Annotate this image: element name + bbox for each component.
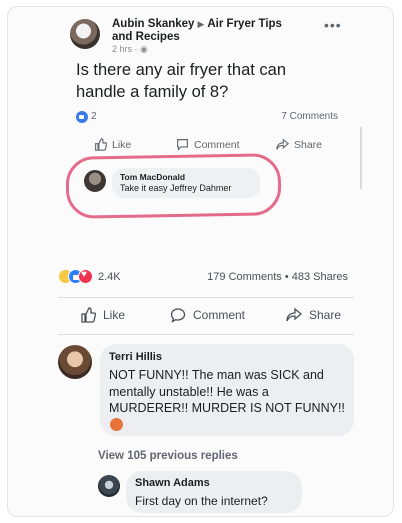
thumbs-up-icon <box>95 138 107 151</box>
top-like-label: Like <box>112 138 132 151</box>
top-reactions-row: 2 7 Comments <box>76 110 338 124</box>
like-label: Like <box>103 308 126 322</box>
bottom-reaction-count[interactable]: 2.4K <box>98 271 121 283</box>
more-dots-icon[interactable]: ••• <box>324 17 342 33</box>
globe-icon: ◉ <box>140 44 148 54</box>
top-like-button[interactable]: Like <box>94 138 131 151</box>
top-comment-label: Comment <box>194 138 240 151</box>
divider <box>58 297 354 298</box>
comment-label: Comment <box>193 308 246 322</box>
share-icon <box>276 138 289 150</box>
top-share-button[interactable]: Share <box>276 138 322 151</box>
terri-avatar[interactable] <box>58 345 92 379</box>
meme-card: Aubin Skankey ▶ Air Fryer Tips and Recipes… <box>7 6 394 517</box>
divider <box>58 334 354 335</box>
terri-comment-text: NOT FUNNY!! The man was SICK and mentall… <box>109 367 347 433</box>
top-comment-button[interactable]: Comment <box>176 138 240 151</box>
comments-shares-count[interactable]: 179 Comments • 483 Shares <box>207 271 348 283</box>
like-reaction-icon <box>76 111 88 123</box>
comment-button[interactable]: Comment <box>170 307 245 323</box>
thumbs-up-icon <box>81 307 96 323</box>
share-label: Share <box>309 308 342 322</box>
top-comment-count[interactable]: 7 Comments <box>281 111 338 122</box>
post-meta: 2 hrs · ◉ <box>112 44 148 55</box>
post-time[interactable]: 2 hrs <box>112 44 132 54</box>
love-reaction-icon <box>78 269 93 284</box>
shawn-avatar[interactable] <box>98 475 120 497</box>
author-name[interactable]: Aubin Skankey <box>112 18 194 30</box>
share-icon <box>286 307 302 322</box>
view-previous-replies-link[interactable]: View 105 previous replies <box>98 450 238 462</box>
bottom-actions-bar: Like Comment Share <box>58 307 354 327</box>
top-share-label: Share <box>294 138 323 151</box>
scroll-edge-line <box>360 127 362 189</box>
like-button[interactable]: Like <box>80 307 125 323</box>
caret-right-icon: ▶ <box>197 19 205 29</box>
terri-comment-body: NOT FUNNY!! The man was SICK and mentall… <box>109 368 345 415</box>
terri-name[interactable]: Terri Hillis <box>109 351 162 363</box>
top-reaction-count[interactable]: 2 <box>91 111 97 122</box>
comment-icon <box>170 308 186 323</box>
angry-face-icon <box>110 417 123 431</box>
post-text: Is there any air fryer that can handle a… <box>76 61 287 101</box>
share-button[interactable]: Share <box>286 307 341 323</box>
author-avatar[interactable] <box>70 19 100 49</box>
shawn-comment-text: First day on the internet? <box>135 494 268 508</box>
bottom-stats-row: 2.4K 179 Comments • 483 Shares <box>58 269 348 285</box>
top-actions-bar: Like Comment Share <box>76 138 338 154</box>
shawn-name[interactable]: Shawn Adams <box>135 477 210 489</box>
post-author-line: Aubin Skankey ▶ Air Fryer Tips and Recipes <box>112 18 302 44</box>
comment-icon <box>177 139 188 151</box>
red-highlight-circle <box>65 153 282 219</box>
